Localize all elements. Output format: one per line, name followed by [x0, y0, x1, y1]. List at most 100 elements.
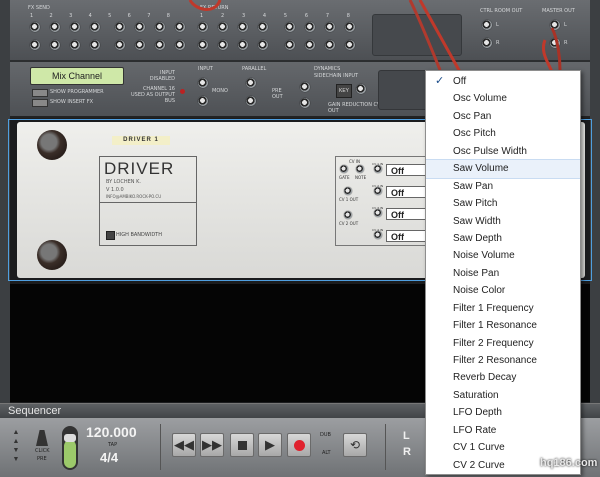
menu-item-osc-pan[interactable]: Osc Pan — [426, 108, 580, 125]
cv1-out-label: CV 1 OUT — [339, 197, 359, 202]
play-button[interactable]: ▶ — [258, 433, 282, 457]
menu-item-label: Noise Pan — [453, 267, 500, 279]
menu-item-label: Reverb Decay — [453, 372, 517, 384]
high-bandwidth-label: HIGH BANDWIDTH — [116, 232, 162, 238]
menu-item-label: LFO Rate — [453, 424, 497, 436]
menu-item-filter-1-frequency[interactable]: Filter 1 Frequency — [426, 300, 580, 317]
cv2-out-jack[interactable] — [344, 211, 352, 219]
menu-item-label: Osc Pulse Width — [453, 145, 527, 157]
menu-item-label: Filter 2 Resonance — [453, 355, 537, 366]
menu-item-label: Filter 1 Frequency — [453, 302, 534, 314]
cv-in-row-label: CV 1 IN — [372, 162, 384, 166]
menu-item-noise-color[interactable]: Noise Color — [426, 282, 580, 299]
driver-logo-box: DRIVER BY LOCHEN K. V 1.0.0 INFO@AMBIKO.… — [99, 156, 197, 203]
loop-icon: ⟲ — [349, 438, 361, 452]
record-button[interactable] — [287, 433, 311, 457]
gate-label: GATE — [339, 175, 350, 180]
menu-item-label: LFO Depth — [453, 407, 502, 419]
click-level-handle[interactable] — [64, 434, 76, 442]
stop-button[interactable] — [230, 433, 254, 457]
menu-item-filter-2-resonance[interactable]: Filter 2 Resonance — [426, 352, 580, 369]
menu-item-filter-2-frequency[interactable]: Filter 2 Frequency — [426, 335, 580, 352]
click-level-slider[interactable] — [62, 426, 78, 470]
cv-target-dropdown-menu: ✓ Off Osc Volume Osc Pan Osc Pitch Osc Pu… — [425, 70, 581, 475]
fast-forward-button[interactable]: ▶▶ — [200, 433, 224, 457]
tap-label[interactable]: TAP — [108, 442, 117, 448]
cable — [188, 0, 222, 11]
driver-web: INFO@AMBIKO.ROCK-PO.CU — [106, 194, 162, 199]
menu-item-label: Filter 1 Resonance — [453, 320, 537, 332]
cable — [550, 27, 562, 71]
note-jack[interactable] — [356, 165, 364, 173]
note-label: NOTE — [355, 175, 367, 180]
transport-divider — [160, 424, 161, 470]
menu-item-label: CV 1 Curve — [453, 442, 505, 454]
menu-item-off[interactable]: ✓ Off — [426, 73, 580, 90]
menu-item-saw-pan[interactable]: Saw Pan — [426, 178, 580, 195]
tempo-display[interactable]: 120.000 — [86, 424, 146, 440]
sequencer-title: Sequencer — [8, 405, 62, 417]
high-bandwidth-checkbox[interactable] — [106, 231, 115, 240]
menu-item-osc-volume[interactable]: Osc Volume — [426, 90, 580, 107]
click-icon[interactable] — [36, 430, 48, 446]
menu-item-label: Saw Width — [453, 215, 501, 227]
menu-item-saturation[interactable]: Saturation — [426, 387, 580, 404]
high-bandwidth-box: HIGH BANDWIDTH — [99, 201, 197, 246]
rack-knob-top — [37, 130, 67, 160]
menu-item-cv-1-curve[interactable]: CV 1 Curve — [426, 439, 580, 456]
loop-button[interactable]: ⟲ — [343, 433, 367, 457]
cv-in-row-label: CV 4 IN — [372, 228, 384, 232]
cable — [541, 39, 554, 73]
menu-item-osc-pitch[interactable]: Osc Pitch — [426, 125, 580, 142]
menu-item-saw-volume[interactable]: Saw Volume — [426, 159, 580, 179]
record-icon — [293, 439, 305, 451]
cv1-out-jack[interactable] — [344, 187, 352, 195]
menu-item-label: Osc Pan — [453, 110, 492, 122]
loop-right-locator[interactable]: R — [403, 446, 411, 458]
loop-left-locator[interactable]: L — [403, 430, 410, 442]
menu-item-noise-volume[interactable]: Noise Volume — [426, 247, 580, 264]
menu-item-label: Osc Pitch — [453, 128, 496, 140]
menu-item-lfo-depth[interactable]: LFO Depth — [426, 404, 580, 421]
menu-item-reverb-decay[interactable]: Reverb Decay — [426, 369, 580, 386]
menu-item-label: Saw Pan — [453, 180, 494, 192]
menu-item-saw-depth[interactable]: Saw Depth — [426, 230, 580, 247]
gate-jack[interactable] — [340, 165, 348, 173]
menu-item-label: Saturation — [453, 389, 499, 401]
rack-knob-bottom — [37, 240, 67, 270]
play-icon: ▶ — [265, 437, 275, 452]
stop-icon — [237, 440, 247, 450]
menu-item-label: Off — [453, 76, 467, 87]
driver-byline: BY LOCHEN K. — [106, 179, 141, 185]
pre-label: PRE — [37, 456, 47, 462]
menu-item-noise-pan[interactable]: Noise Pan — [426, 265, 580, 282]
cv2-out-label: CV 2 OUT — [339, 221, 359, 226]
menu-item-label: Saw Pitch — [453, 198, 498, 210]
menu-item-filter-1-resonance[interactable]: Filter 1 Resonance — [426, 317, 580, 334]
menu-item-label: Noise Volume — [453, 250, 515, 262]
menu-item-label: CV 2 Curve — [453, 459, 505, 471]
driver-version: V 1.0.0 — [106, 187, 124, 193]
transport-scroll-arrows[interactable]: ▲ ▲ ▼ ▼ — [10, 428, 22, 464]
menu-item-lfo-rate[interactable]: LFO Rate — [426, 422, 580, 439]
menu-item-label: Saw Depth — [453, 232, 502, 244]
time-signature-display[interactable]: 4/4 — [100, 450, 118, 465]
watermark: hq186.com — [540, 457, 598, 469]
rewind-button[interactable]: ◀◀ — [172, 433, 196, 457]
menu-item-saw-pitch[interactable]: Saw Pitch — [426, 195, 580, 212]
menu-item-label: Saw Volume — [453, 163, 509, 175]
alt-label[interactable]: ALT — [322, 450, 331, 456]
driver-title: DRIVER — [104, 159, 175, 178]
transport-divider — [385, 424, 386, 470]
menu-item-label: Filter 2 Frequency — [453, 337, 534, 349]
click-level-fill — [64, 440, 76, 468]
menu-item-saw-width[interactable]: Saw Width — [426, 213, 580, 230]
menu-item-label: Osc Volume — [453, 93, 507, 105]
click-label: CLICK — [35, 448, 50, 454]
menu-item-osc-pulse-width[interactable]: Osc Pulse Width — [426, 143, 580, 160]
check-icon: ✓ — [435, 75, 445, 87]
cv-in-row-label: CV 2 IN — [372, 184, 384, 188]
cv-io-section: CV IN GATE NOTE CV 1 OUT CV 2 OUT CV 1 I… — [335, 156, 437, 246]
dub-label[interactable]: DUB — [320, 432, 331, 438]
device-tape-label[interactable]: DRIVER 1 — [112, 136, 170, 145]
